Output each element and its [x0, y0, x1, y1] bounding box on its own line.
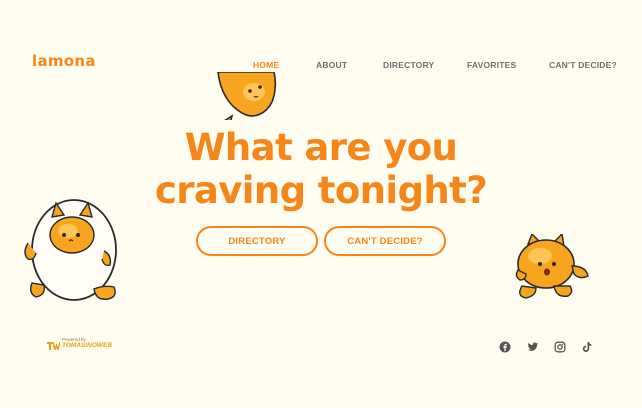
main-nav: HOME ABOUT DIRECTORY FAVORITES CAN'T DEC…: [0, 60, 642, 72]
egg-cat-mascot-icon: [24, 199, 117, 301]
facebook-icon[interactable]: [499, 341, 511, 353]
nav-item-home[interactable]: HOME: [253, 60, 279, 70]
nav-item-about[interactable]: ABOUT: [316, 60, 347, 70]
directory-button[interactable]: DIRECTORY: [196, 226, 318, 256]
hanging-cat-mascot-icon: [217, 72, 277, 120]
tiktok-icon[interactable]: [581, 341, 593, 353]
nav-item-cant-decide[interactable]: CAN'T DECIDE?: [549, 60, 617, 70]
powered-by-badge[interactable]: Powered by TOMASINOWEB: [47, 337, 117, 353]
twitter-icon[interactable]: [527, 341, 539, 353]
hero-line-1: What are you: [184, 126, 458, 169]
cant-decide-button[interactable]: CAN'T DECIDE?: [324, 226, 446, 256]
nav-item-directory[interactable]: DIRECTORY: [383, 60, 434, 70]
nav-item-favorites[interactable]: FAVORITES: [467, 60, 516, 70]
running-cat-mascot-icon: [515, 234, 589, 299]
instagram-icon[interactable]: [554, 341, 566, 353]
tomasinoweb-logo-icon: [47, 341, 60, 350]
powered-by-brand: TOMASINOWEB: [62, 342, 113, 349]
